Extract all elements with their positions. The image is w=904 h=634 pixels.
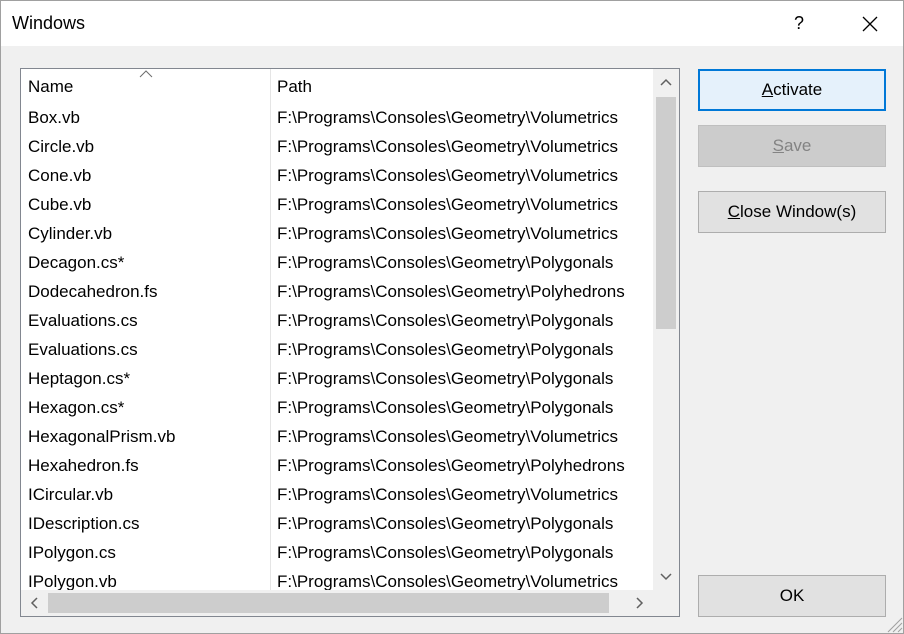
chevron-down-icon [660,573,672,581]
list-rows: Box.vb F:\Programs\Consoles\Geometry\Volu… [21,103,653,596]
list-item-name: ICircular.vb [28,485,114,504]
list-item[interactable]: Circle.vb F:\Programs\Consoles\Geometry\V… [21,132,653,161]
list-item-path: F:\Programs\Consoles\Geometry\Polyhedron… [277,282,625,301]
list-item-name: Hexahedron.fs [28,456,139,475]
list-item[interactable]: IPolygon.cs F:\Programs\Consoles\Geometry… [21,538,653,567]
list-item-name: Evaluations.cs [28,311,138,330]
scroll-right-button[interactable] [627,590,653,616]
help-icon: ? [793,13,804,33]
list-item[interactable]: Box.vb F:\Programs\Consoles\Geometry\Volu… [21,103,653,132]
list-item-name: Heptagon.cs* [28,369,131,388]
title-bar[interactable]: Windows ? [1,1,903,46]
scroll-down-button[interactable] [653,564,679,590]
list-item-name: Evaluations.cs [28,340,138,359]
horizontal-scrollbar[interactable] [21,590,653,616]
list-item[interactable]: Cylinder.vb F:\Programs\Consoles\Geometry… [21,219,653,248]
list-item[interactable]: Cone.vb F:\Programs\Consoles\Geometry\Vol… [21,161,653,190]
list-item[interactable]: Cube.vb F:\Programs\Consoles\Geometry\Vol… [21,190,653,219]
resize-grip-icon[interactable] [883,613,903,633]
list-item[interactable]: Decagon.cs* F:\Programs\Consoles\Geometry… [21,248,653,277]
list-item[interactable]: Evaluations.cs F:\Programs\Consoles\Geome… [21,306,653,335]
list-item-name: Hexagon.cs* [28,398,125,417]
list-item[interactable]: Evaluations.cs F:\Programs\Consoles\Geome… [21,335,653,364]
list-item-path: F:\Programs\Consoles\Geometry\Volumetric… [277,166,619,185]
vertical-scroll-thumb[interactable] [656,97,676,329]
activate-button[interactable]: Activate [698,69,886,111]
list-item-name: IPolygon.cs [28,543,116,562]
list-item[interactable]: Hexahedron.fs F:\Programs\Consoles\Geomet… [21,451,653,480]
list-item-path: F:\Programs\Consoles\Geometry\Volumetric… [277,224,619,243]
ok-button[interactable]: OK [698,575,886,617]
list-item-path: F:\Programs\Consoles\Geometry\Volumetric… [277,195,619,214]
list-item-name: Dodecahedron.fs [28,282,158,301]
chevron-up-icon [660,78,672,86]
list-item-path: F:\Programs\Consoles\Geometry\Polygonals [277,369,614,388]
list-item-path: F:\Programs\Consoles\Geometry\Polygonals [277,253,614,272]
activate-accel: A [761,80,774,99]
list-item[interactable]: ICircular.vb F:\Programs\Consoles\Geometr… [21,480,653,509]
list-item-path: F:\Programs\Consoles\Geometry\Polygonals [277,340,614,359]
close-windows-label: lose Window(s) [740,202,857,221]
list-item-path: F:\Programs\Consoles\Geometry\Volumetric… [277,427,619,446]
close-windows-accel: C [727,202,741,221]
list-item[interactable]: IDescription.cs F:\Programs\Consoles\Geom… [21,509,653,538]
list-item-name: Circle.vb [28,137,95,156]
chevron-right-icon [636,597,644,609]
list-item-path: F:\Programs\Consoles\Geometry\Volumetric… [277,137,619,156]
save-button[interactable]: Save [698,125,886,167]
help-button[interactable]: ? [776,1,822,46]
dialog-title: Windows [12,13,86,33]
list-item-name: Cone.vb [28,166,92,185]
list-item-path: F:\Programs\Consoles\Geometry\Polygonals [277,398,614,417]
list-header: Name Path [21,69,653,103]
list-item-path: F:\Programs\Consoles\Geometry\Volumetric… [277,108,619,127]
list-item-path: F:\Programs\Consoles\Geometry\Polygonals [277,543,614,562]
scrollbar-corner [653,590,679,616]
windows-list[interactable]: Name Path Box.vb F:\Programs\Consoles\Geo… [20,68,680,617]
list-item[interactable]: HexagonalPrism.vb F:\Programs\Consoles\Ge… [21,422,653,451]
horizontal-scroll-thumb[interactable] [48,593,609,613]
close-button[interactable] [845,1,895,46]
close-windows-button[interactable]: Close Window(s) [698,191,886,233]
save-accel: S [772,136,784,155]
activate-label: ctivate [773,80,823,99]
column-header-path[interactable]: Path [277,69,647,103]
list-item-path: F:\Programs\Consoles\Geometry\Polygonals [277,311,614,330]
list-item[interactable]: Heptagon.cs* F:\Programs\Consoles\Geometr… [21,364,653,393]
chevron-left-icon [30,597,38,609]
list-item[interactable]: Dodecahedron.fs F:\Programs\Consoles\Geom… [21,277,653,306]
scroll-up-button[interactable] [653,69,679,95]
save-label: ave [783,136,812,155]
list-item-path: F:\Programs\Consoles\Geometry\Polyhedron… [277,456,625,475]
list-item-path: F:\Programs\Consoles\Geometry\Polygonals [277,514,614,533]
windows-dialog: Windows ? Name Path Box.vb F:\Programs\Co… [0,0,904,634]
list-item-path: F:\Programs\Consoles\Geometry\Volumetric… [277,485,619,504]
list-item-name: Box.vb [28,108,80,127]
vertical-scrollbar[interactable] [653,69,679,590]
list-item-name: Decagon.cs* [28,253,125,272]
list-item-name: Cylinder.vb [28,224,113,243]
list-item-name: HexagonalPrism.vb [28,427,176,446]
ok-label: OK [779,586,805,605]
scroll-left-button[interactable] [21,590,47,616]
list-item[interactable]: Hexagon.cs* F:\Programs\Consoles\Geometry… [21,393,653,422]
list-item-name: Cube.vb [28,195,92,214]
close-icon [862,16,878,31]
list-item-name: IDescription.cs [28,514,140,533]
sort-ascending-icon [139,70,153,78]
